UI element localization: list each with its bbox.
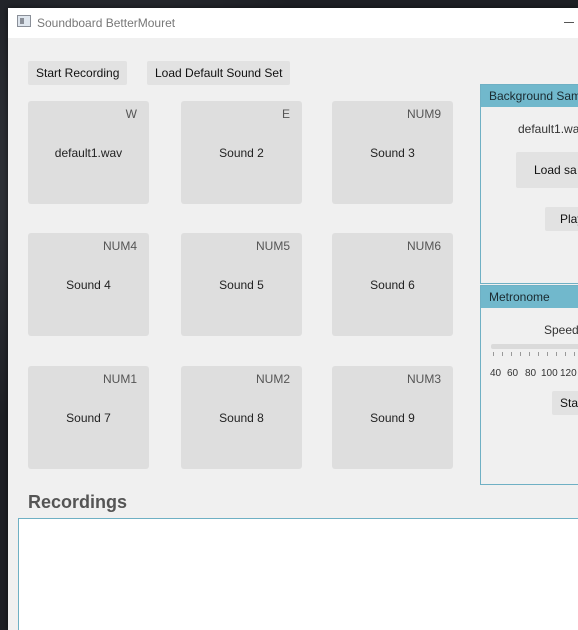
pad-sound-label: Sound 3 [370,146,415,160]
slider-tick-label: 60 [507,368,519,379]
sound-pad-7[interactable]: NUM1 Sound 7 [28,366,149,469]
load-default-sound-set-button[interactable]: Load Default Sound Set [147,61,291,85]
start-recording-button[interactable]: Start Recording [28,61,128,85]
play-sample-button[interactable]: Play [545,207,578,231]
load-sample-button[interactable]: Load sa [516,152,578,188]
pad-key-label: NUM5 [255,239,290,253]
pad-sound-label: Sound 7 [66,411,111,425]
background-sample-file: default1.wa [518,122,578,136]
pad-sound-label: Sound 4 [66,278,111,292]
slider-tick [493,352,494,356]
recordings-list[interactable] [18,518,578,630]
app-window: Soundboard BetterMouret Start Recording … [8,8,578,630]
background-sample-panel: Background Sam default1.wa Load sa Play [480,84,578,284]
pad-key-label: W [125,107,137,121]
slider-tick-label: 40 [490,368,502,379]
pad-key-label: NUM4 [102,239,137,253]
pad-key-label: NUM6 [406,239,441,253]
metronome-speed-slider[interactable] [491,344,578,349]
slider-tick [547,352,548,356]
slider-tick-label: 80 [525,368,537,379]
pad-sound-label: Sound 8 [219,411,264,425]
slider-tick [502,352,503,356]
slider-tick [529,352,530,356]
slider-tick [556,352,557,356]
sound-pad-8[interactable]: NUM2 Sound 8 [181,366,302,469]
metronome-title: Metronome [481,286,578,308]
slider-tick [520,352,521,356]
pad-key-label: NUM2 [255,372,290,386]
pad-sound-label: default1.wav [54,146,123,160]
sound-pad-6[interactable]: NUM6 Sound 6 [332,233,453,336]
metronome-start-button[interactable]: Star [552,391,578,415]
recordings-title: Recordings [28,492,128,512]
pad-sound-label: Sound 5 [219,278,264,292]
sound-pad-1[interactable]: W default1.wav [28,101,149,204]
slider-tick [538,352,539,356]
pad-key-label: NUM1 [102,372,137,386]
pad-key-label: NUM9 [406,107,441,121]
pad-sound-label: Sound 2 [219,146,264,160]
minimize-button[interactable] [564,22,574,23]
sound-pad-9[interactable]: NUM3 Sound 9 [332,366,453,469]
sound-pad-4[interactable]: NUM4 Sound 4 [28,233,149,336]
metronome-panel: Metronome Speed 40 60 80 100 120 Star [480,285,578,485]
sound-pad-5[interactable]: NUM5 Sound 5 [181,233,302,336]
sound-pad-2[interactable]: E Sound 2 [181,101,302,204]
pad-sound-label: Sound 6 [370,278,415,292]
slider-tick [574,352,575,356]
app-icon [17,15,31,27]
title-bar[interactable]: Soundboard BetterMouret [8,8,578,38]
pad-key-label: NUM3 [406,372,441,386]
slider-tick-label: 100 [541,368,558,379]
sound-pad-3[interactable]: NUM9 Sound 3 [332,101,453,204]
pad-key-label: E [281,107,290,121]
pad-sound-label: Sound 9 [370,411,415,425]
slider-tick-label: 120 [560,368,577,379]
metronome-speed-label: Speed [544,323,578,337]
slider-ticks [493,352,578,357]
slider-tick [511,352,512,356]
background-sample-title: Background Sam [481,85,578,107]
slider-tick [565,352,566,356]
window-title: Soundboard BetterMouret [37,16,176,30]
